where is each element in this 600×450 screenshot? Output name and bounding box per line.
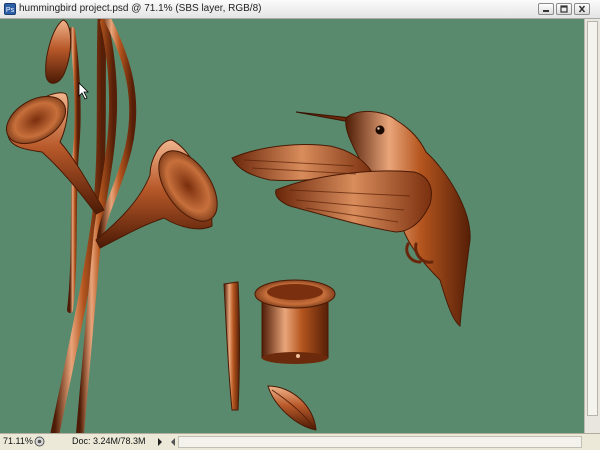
close-icon xyxy=(578,5,586,13)
stem xyxy=(76,19,118,433)
status-icon[interactable] xyxy=(34,436,45,447)
restore-icon xyxy=(560,5,568,13)
window-title: hummingbird project.psd @ 71.1% (SBS lay… xyxy=(19,3,262,14)
bird-beak xyxy=(295,111,353,123)
svg-text:Ps: Ps xyxy=(6,7,15,14)
arrow-left-icon[interactable] xyxy=(170,438,176,446)
artwork xyxy=(6,19,471,433)
title-bar[interactable]: Ps hummingbird project.psd @ 71.1% (SBS … xyxy=(0,0,600,19)
cup-piece xyxy=(254,279,336,364)
vertical-scrollbar[interactable] xyxy=(584,19,600,433)
photoshop-icon: Ps xyxy=(4,3,16,15)
zoom-level[interactable]: 71.11% xyxy=(3,436,33,446)
arrow-right-icon[interactable] xyxy=(157,438,163,446)
minimize-button[interactable] xyxy=(538,3,554,15)
bud xyxy=(45,19,72,84)
document-size: Doc: 3.24M/78.3M xyxy=(72,436,146,446)
status-bar: 71.11% Doc: 3.24M/78.3M xyxy=(0,433,600,450)
image-canvas[interactable] xyxy=(0,19,584,433)
restore-button[interactable] xyxy=(556,3,572,15)
document-window: Ps hummingbird project.psd @ 71.1% (SBS … xyxy=(0,0,600,450)
stem-piece xyxy=(223,281,240,411)
minimize-icon xyxy=(543,10,549,12)
horizontal-scrollbar[interactable] xyxy=(178,436,582,448)
vertical-scroll-thumb[interactable] xyxy=(587,21,598,416)
close-button[interactable] xyxy=(574,3,590,15)
